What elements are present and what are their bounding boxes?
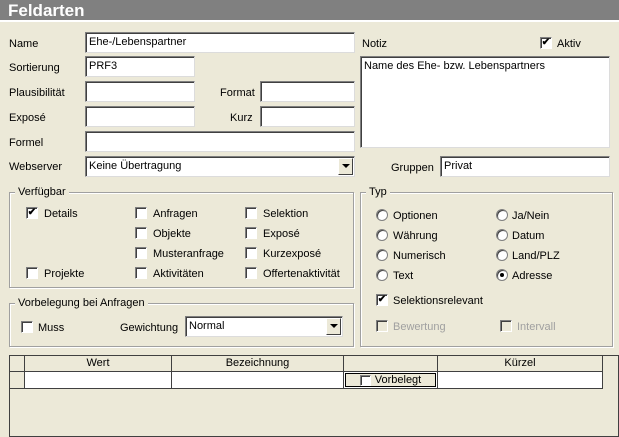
offertenaktivitaet-label: Offertenaktivität <box>263 268 340 280</box>
bewertung-checkbox[interactable] <box>376 320 388 332</box>
aktivitaeten-label: Aktivitäten <box>153 268 204 280</box>
notiz-label: Notiz <box>362 38 388 50</box>
objekte-label: Objekte <box>153 228 191 240</box>
cell-wert[interactable] <box>25 372 172 389</box>
objekte-checkbox[interactable] <box>135 227 147 239</box>
numerisch-label: Numerisch <box>393 250 446 262</box>
chevron-down-icon[interactable] <box>326 318 341 335</box>
selektion-checkbox[interactable] <box>245 207 257 219</box>
sortierung-label: Sortierung <box>9 62 60 74</box>
datum-label: Datum <box>512 230 545 242</box>
gewichtung-label: Gewichtung <box>120 322 179 334</box>
vorbelegt-checkbox[interactable] <box>359 374 371 386</box>
verfuegbar-title: Verfügbar <box>15 186 69 198</box>
optionen-radio[interactable] <box>376 209 388 221</box>
cell-kuerzel[interactable] <box>438 372 603 389</box>
aktiv-label: Aktiv <box>557 38 581 50</box>
text-radio[interactable] <box>376 269 388 281</box>
gewichtung-value: Normal <box>189 320 225 332</box>
expose-label: Exposé <box>9 112 46 124</box>
kurzexpose-checkbox[interactable] <box>245 247 257 259</box>
sortierung-input[interactable]: PRF3 <box>85 56 195 77</box>
aktiv-checkbox[interactable]: ✔ <box>540 37 552 49</box>
name-input[interactable]: Ehe-/Lebenspartner <box>85 32 355 53</box>
details-checkbox[interactable]: ✔ <box>26 207 38 219</box>
plausibilitaet-input[interactable] <box>85 81 195 102</box>
column-header-bezeichnung[interactable]: Bezeichnung <box>172 356 344 372</box>
expose-input[interactable] <box>85 106 195 127</box>
notiz-textarea[interactable]: Name des Ehe- bzw. Lebenspartners <box>360 56 610 148</box>
anfragen-label: Anfragen <box>153 208 198 220</box>
waehrung-label: Währung <box>393 230 438 242</box>
kurz-input[interactable] <box>260 106 355 127</box>
bewertung-label: Bewertung <box>393 321 446 333</box>
gewichtung-select[interactable]: Normal <box>185 316 343 337</box>
column-header-kuerzel[interactable]: Kürzel <box>438 356 603 372</box>
typ-title: Typ <box>366 186 390 198</box>
formel-label: Formel <box>9 137 44 149</box>
datum-radio[interactable] <box>496 229 508 241</box>
row-indicator[interactable] <box>10 372 25 389</box>
cell-vorbelegt: Vorbelegt <box>344 372 438 389</box>
musteranfrage-label: Musteranfrage <box>153 248 224 260</box>
intervall-label: Intervall <box>517 321 556 333</box>
musteranfrage-checkbox[interactable] <box>135 247 147 259</box>
landplz-label: Land/PLZ <box>512 250 560 262</box>
expose-check-label: Exposé <box>263 228 300 240</box>
projekte-label: Projekte <box>44 268 85 280</box>
vorbelegt-label: Vorbelegt <box>374 373 422 386</box>
anfragen-checkbox[interactable] <box>135 207 147 219</box>
check-icon: ✔ <box>377 294 387 305</box>
format-label: Format <box>220 87 255 99</box>
webserver-label: Webserver <box>9 161 62 173</box>
offertenaktivitaet-checkbox[interactable] <box>245 267 257 279</box>
selektion-label: Selektion <box>263 208 309 220</box>
grid-corner <box>10 356 25 372</box>
landplz-radio[interactable] <box>496 249 508 261</box>
muss-checkbox[interactable] <box>21 321 33 333</box>
check-icon: ✔ <box>541 37 551 48</box>
intervall-checkbox[interactable] <box>500 320 512 332</box>
cell-bezeichnung[interactable] <box>172 372 344 389</box>
expose-checkbox[interactable] <box>245 227 257 239</box>
details-label: Details <box>44 208 78 220</box>
column-header-wert[interactable]: Wert <box>25 356 172 372</box>
format-input[interactable] <box>260 81 355 102</box>
adresse-radio[interactable] <box>496 269 508 281</box>
column-header-vorbelegt[interactable] <box>344 356 438 372</box>
webserver-select[interactable]: Keine Übertragung <box>85 156 355 177</box>
kurzexpose-label: Kurzexposé <box>263 248 322 260</box>
janein-label: Ja/Nein <box>512 210 550 222</box>
janein-radio[interactable] <box>496 209 508 221</box>
optionen-label: Optionen <box>393 210 438 222</box>
aktivitaeten-checkbox[interactable] <box>135 267 147 279</box>
projekte-checkbox[interactable] <box>26 267 38 279</box>
muss-label: Muss <box>38 322 65 334</box>
gruppen-label: Gruppen <box>391 162 434 174</box>
chevron-down-icon[interactable] <box>338 158 353 175</box>
vorbelegung-title: Vorbelegung bei Anfragen <box>15 297 148 309</box>
selektionsrelevant-checkbox[interactable]: ✔ <box>376 294 388 306</box>
plausibilitaet-label: Plausibilität <box>9 87 65 99</box>
waehrung-radio[interactable] <box>376 229 388 241</box>
text-label: Text <box>393 270 414 282</box>
numerisch-radio[interactable] <box>376 249 388 261</box>
webserver-value: Keine Übertragung <box>89 160 182 172</box>
gruppen-input[interactable]: Privat <box>440 156 610 177</box>
name-label: Name <box>9 38 39 50</box>
formel-input[interactable] <box>85 131 355 152</box>
adresse-label: Adresse <box>512 270 553 282</box>
window-title: Feldarten <box>0 0 619 22</box>
werte-grid: Wert Bezeichnung Kürzel Vorbelegt <box>9 355 619 437</box>
vorbelegt-button[interactable]: Vorbelegt <box>345 373 436 387</box>
check-icon: ✔ <box>27 207 37 218</box>
selektionsrelevant-label: Selektionsrelevant <box>393 295 483 307</box>
kurz-label: Kurz <box>230 112 253 124</box>
